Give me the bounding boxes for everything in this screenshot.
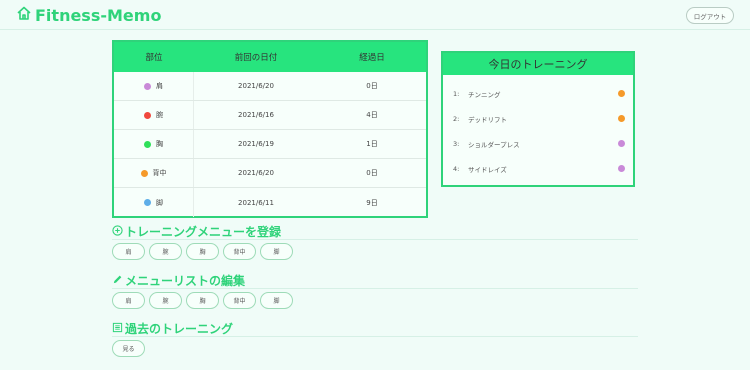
register-menu-buttons: 肩腕胸背中脚 — [112, 240, 638, 260]
edit-menu-heading: メニューリストの編集 — [112, 273, 638, 289]
part-cell: 腕 — [114, 101, 194, 129]
item-number: 2: — [453, 114, 460, 123]
last-date-cell: 2021/6/20 — [238, 169, 274, 177]
exercise-name: ショルダープレス — [468, 140, 520, 149]
elapsed-cell: 4日 — [366, 111, 378, 119]
part-color-dot — [144, 140, 151, 148]
edit-menu-section: メニューリストの編集 肩腕胸背中脚 — [112, 273, 638, 309]
list-item: 2: デッドリフト — [443, 106, 633, 131]
last-date-cell: 2021/6/19 — [238, 140, 274, 148]
last-date-cell: 2021/6/11 — [238, 198, 274, 207]
register-part-button-1[interactable]: 腕 — [149, 243, 182, 260]
column-header-elapsed: 経過日 — [359, 53, 385, 63]
last-date-cell: 2021/6/16 — [238, 111, 274, 119]
edit-part-button-4[interactable]: 脚 — [260, 292, 293, 309]
edit-part-button-3[interactable]: 背中 — [223, 292, 256, 309]
pencil-icon — [112, 274, 123, 288]
part-name: 背中 — [152, 169, 167, 177]
home-icon — [16, 5, 32, 25]
register-part-button-0[interactable]: 肩 — [112, 243, 145, 260]
edit-part-button-0[interactable]: 肩 — [112, 292, 145, 309]
today-training-panel: 今日のトレーニング 1: チンニング 2: デッドリフト 3: ショルダープレス 4: サイド… — [441, 51, 635, 187]
register-part-button-4[interactable]: 脚 — [260, 243, 293, 260]
exercise-name: チンニング — [468, 90, 501, 99]
list-item: 1: チンニング — [443, 81, 633, 106]
part-color-dot — [618, 140, 625, 147]
item-number: 1: — [453, 89, 460, 98]
table-row: 胸 2021/6/19 1日 — [114, 130, 426, 159]
past-training-section: 過去のトレーニング 見る — [112, 321, 638, 357]
part-color-dot — [140, 169, 148, 177]
edit-menu-title: メニューリストの編集 — [125, 274, 246, 288]
list-item: 4: サイドレイズ — [443, 156, 633, 181]
part-cell: 背中 — [114, 159, 194, 187]
past-training-title: 過去のトレーニング — [125, 322, 234, 336]
part-name: 胸 — [156, 140, 163, 148]
today-training-list: 1: チンニング 2: デッドリフト 3: ショルダープレス 4: サイドレイズ — [443, 75, 633, 181]
edit-menu-buttons: 肩腕胸背中脚 — [112, 289, 638, 309]
today-training-title: 今日のトレーニング — [443, 53, 633, 75]
register-menu-heading: トレーニングメニューを登録 — [112, 224, 638, 240]
last-date-cell: 2021/6/20 — [238, 82, 274, 90]
table-row: 背中 2021/6/20 0日 — [114, 159, 426, 188]
table-row: 脚 2021/6/11 9日 — [114, 188, 426, 217]
table-row: 腕 2021/6/16 4日 — [114, 101, 426, 130]
part-name: 腕 — [156, 111, 163, 119]
app-title: Fitness-Memo — [35, 5, 162, 25]
register-menu-title: トレーニングメニューを登録 — [125, 225, 282, 239]
register-part-button-3[interactable]: 背中 — [223, 243, 256, 260]
part-cell: 肩 — [114, 72, 194, 100]
register-menu-section: トレーニングメニューを登録 肩腕胸背中脚 — [112, 224, 638, 260]
elapsed-cell: 9日 — [366, 198, 378, 207]
register-part-button-2[interactable]: 胸 — [186, 243, 219, 260]
part-name: 肩 — [156, 82, 163, 90]
plus-circle-icon — [112, 224, 123, 239]
list-icon — [112, 322, 123, 336]
column-header-last-date: 前回の日付 — [234, 53, 278, 63]
elapsed-cell: 0日 — [366, 82, 378, 90]
list-item: 3: ショルダープレス — [443, 131, 633, 156]
item-number: 4: — [453, 164, 460, 173]
elapsed-cell: 1日 — [366, 140, 378, 148]
table-header: 部位 前回の日付 経過日 — [114, 42, 426, 72]
part-cell: 胸 — [114, 130, 194, 158]
app-logo[interactable]: Fitness-Memo — [16, 5, 161, 25]
app-header: Fitness-Memo ログアウト — [0, 0, 750, 30]
table-row: 肩 2021/6/20 0日 — [114, 72, 426, 101]
item-number: 3: — [453, 139, 460, 148]
exercise-name: サイドレイズ — [468, 165, 507, 174]
edit-part-button-2[interactable]: 胸 — [186, 292, 219, 309]
part-name: 脚 — [156, 198, 163, 207]
past-training-heading: 過去のトレーニング — [112, 321, 638, 337]
part-color-dot — [144, 82, 151, 90]
part-color-dot — [618, 165, 625, 172]
elapsed-cell: 0日 — [366, 169, 378, 177]
part-color-dot — [618, 115, 625, 122]
logout-button[interactable]: ログアウト — [686, 7, 734, 24]
column-header-part: 部位 — [145, 53, 163, 63]
view-past-training-button[interactable]: 見る — [112, 340, 145, 357]
exercise-name: デッドリフト — [468, 115, 507, 124]
part-color-dot — [144, 199, 151, 206]
body-part-status-table: 部位 前回の日付 経過日 肩 2021/6/20 0日腕 2021/6/16 4日胸 20… — [112, 40, 428, 218]
edit-part-button-1[interactable]: 腕 — [149, 292, 182, 309]
part-color-dot — [144, 111, 151, 119]
part-color-dot — [618, 90, 625, 97]
part-cell: 脚 — [114, 188, 194, 217]
